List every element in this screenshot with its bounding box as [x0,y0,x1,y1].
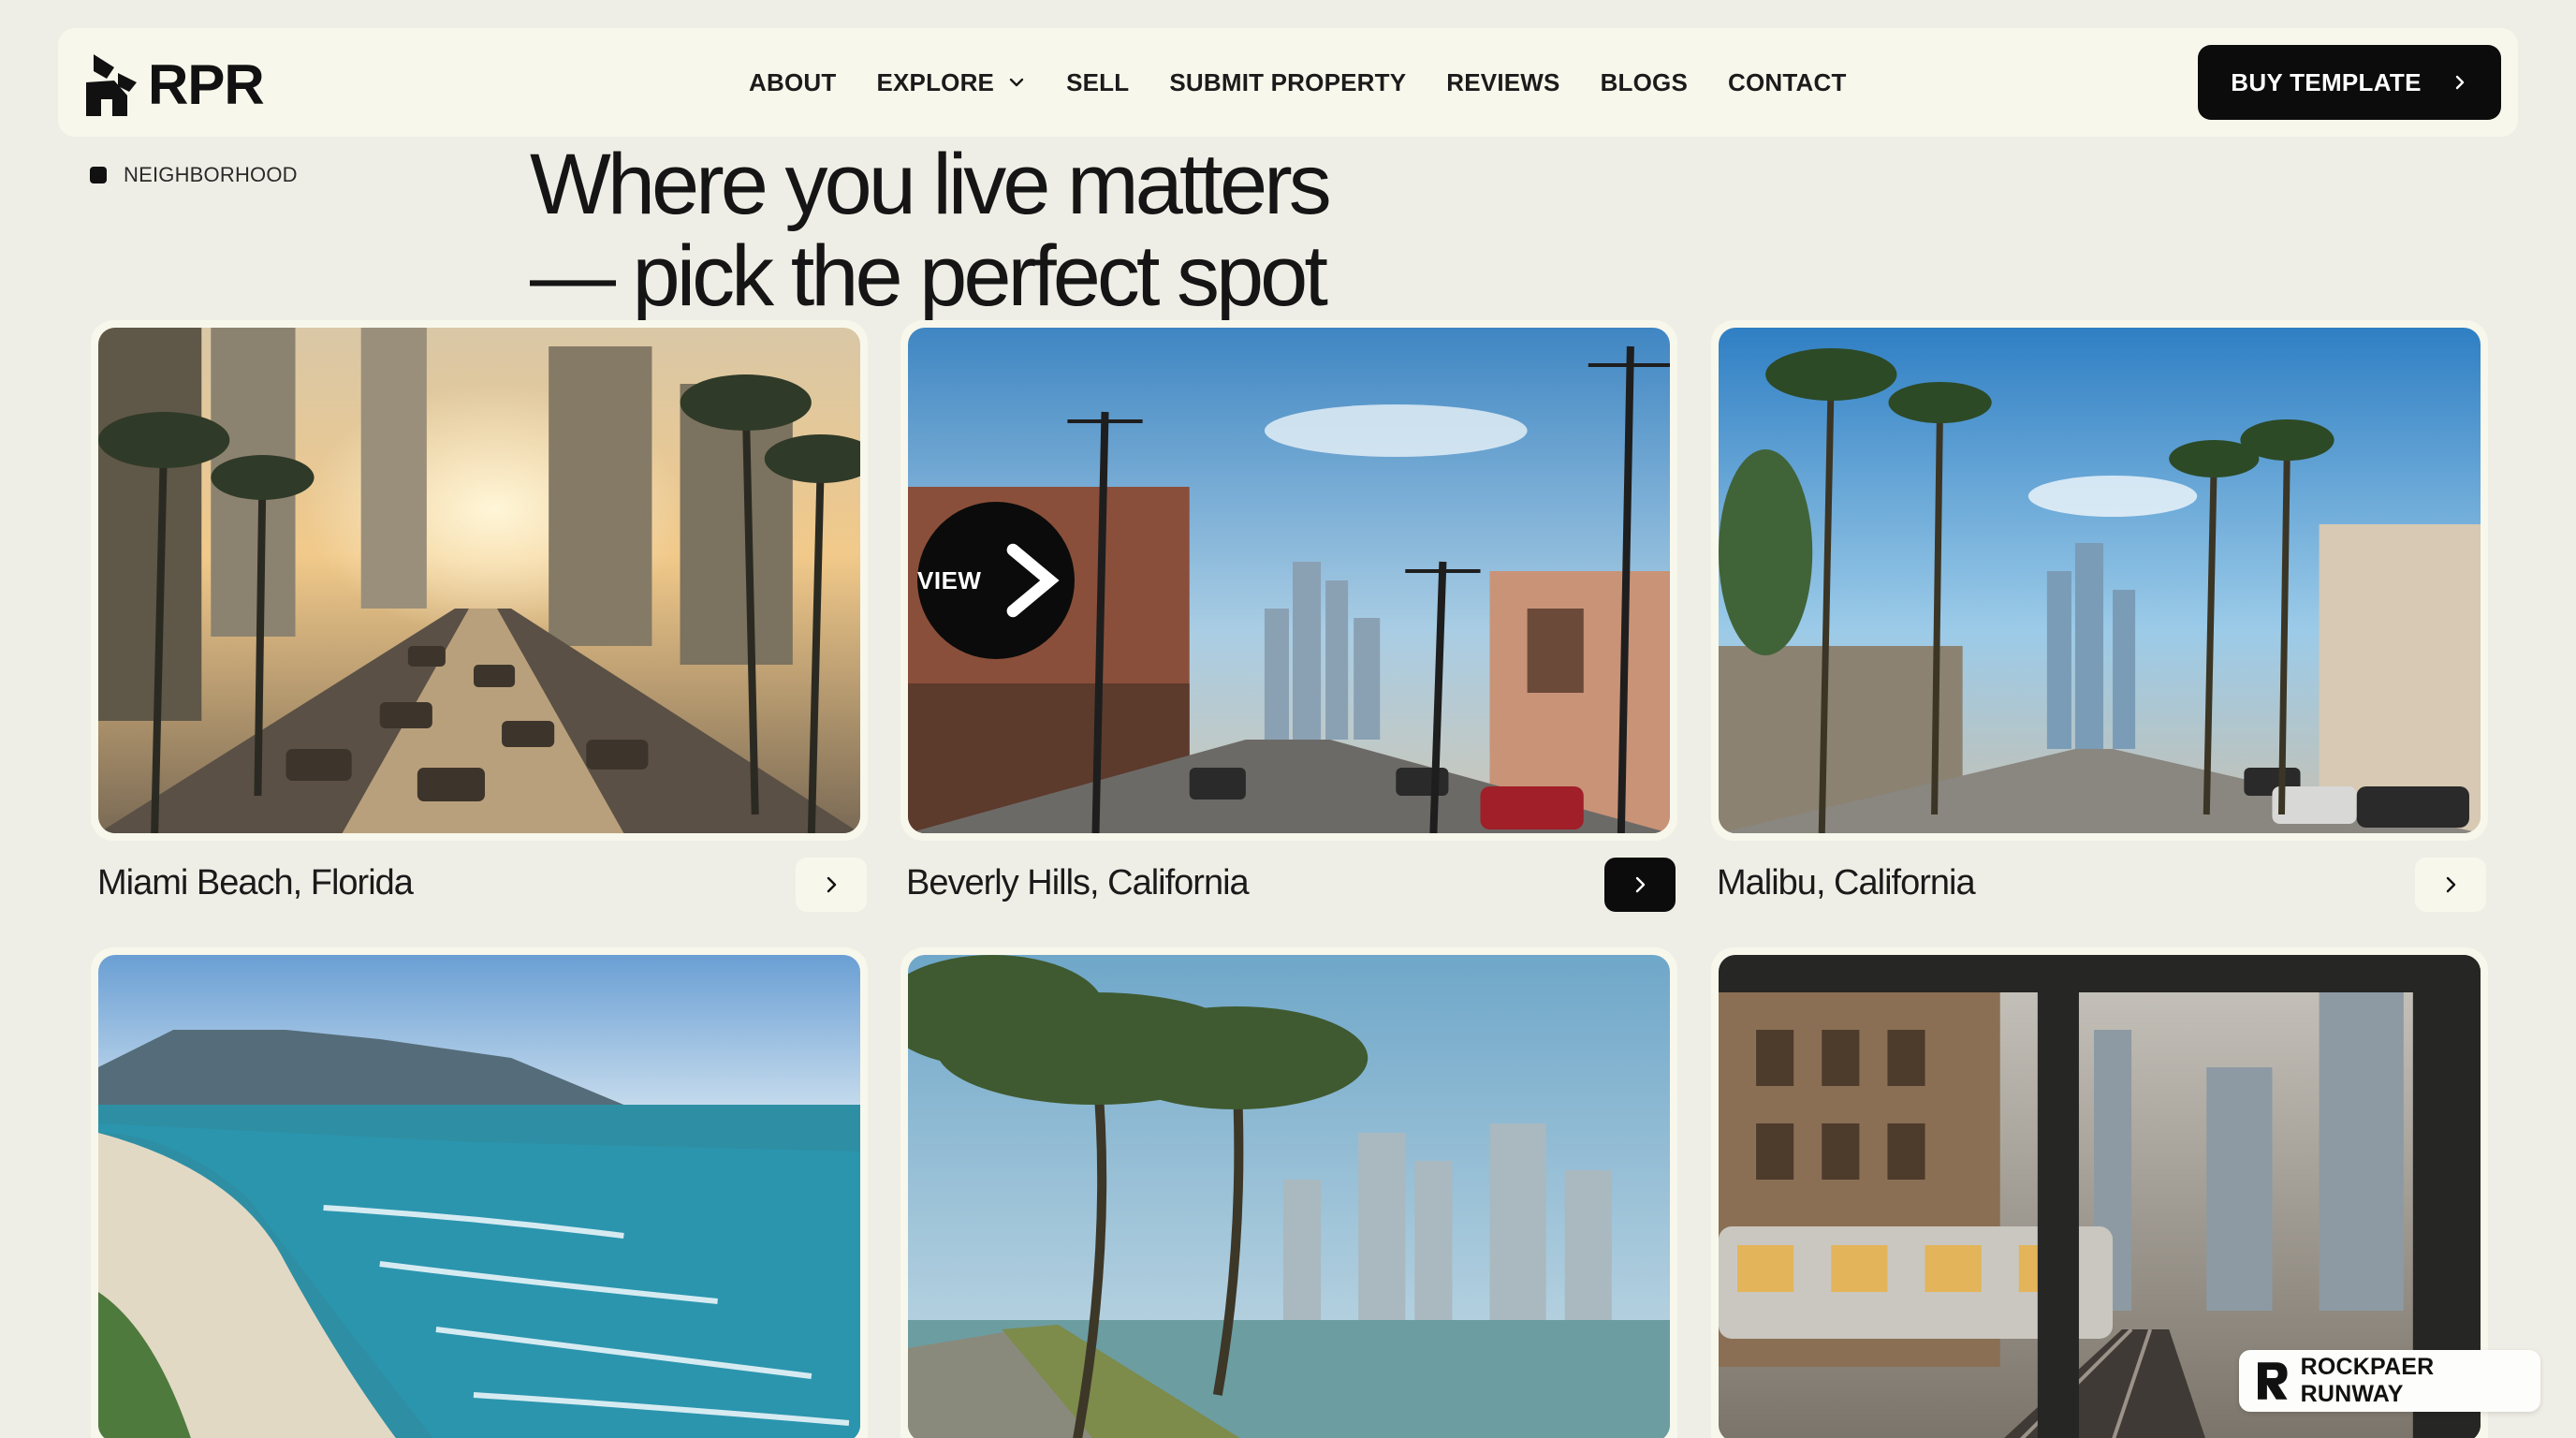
card-image-beverly-hills: VIEW [908,328,1670,833]
chevron-right-icon [1007,543,1061,618]
buy-template-button[interactable]: BUY TEMPLATE [2198,45,2501,120]
neighborhood-card-coast[interactable] [91,947,868,1438]
section-tag-label: NEIGHBORHOOD [124,163,298,186]
top-nav: RPR ABOUT EXPLORE SELL SUBMIT PROPERTY R… [58,28,2518,137]
neighborhood-card-beverly-hills[interactable]: VIEW [900,320,1677,841]
nav-submit-property[interactable]: SUBMIT PROPERTY [1169,68,1406,97]
card-title-malibu[interactable]: Malibu, California [1717,863,1976,903]
rockpaer-runway-badge[interactable]: ROCKPAER RUNWAY [2239,1350,2540,1412]
nav-explore[interactable]: EXPLORE [876,68,1026,97]
card-open-button-miami[interactable] [796,858,867,912]
nav-blogs[interactable]: BLOGS [1601,68,1688,97]
nav-sell[interactable]: SELL [1066,68,1129,97]
card-image-waterfront [908,955,1670,1438]
card-image-coast [98,955,860,1438]
nav-sell-label: SELL [1066,67,1130,96]
brand-name: RPR [148,53,265,116]
nav-explore-label: EXPLORE [876,67,995,96]
card-title-beverly-hills[interactable]: Beverly Hills, California [906,863,1250,903]
chevron-right-icon [2446,876,2456,893]
main-menu: ABOUT EXPLORE SELL SUBMIT PROPERTY REVIE… [749,28,1887,137]
nav-about[interactable]: ABOUT [749,68,836,97]
logo[interactable]: RPR [86,52,265,117]
card-open-button-beverly-hills[interactable] [1604,858,1676,912]
chevron-down-icon [1009,78,1024,87]
nav-submit-property-label: SUBMIT PROPERTY [1169,67,1407,96]
neighborhood-card-malibu[interactable] [1711,320,2488,841]
chevron-right-icon [827,876,837,893]
neighborhood-card-miami[interactable] [91,320,868,841]
buy-template-label: BUY TEMPLATE [2231,67,2422,96]
section-tag: NEIGHBORHOOD [90,163,298,187]
card-image-malibu [1719,328,2481,833]
rockpaer-runway-label: ROCKPAER RUNWAY [2300,1354,2435,1407]
nav-reviews-label: REVIEWS [1446,67,1560,96]
headline-line-2: — pick the perfect spot [530,228,1328,324]
nav-about-label: ABOUT [749,67,837,96]
neighborhood-card-waterfront[interactable] [900,947,1677,1438]
view-button[interactable]: VIEW [917,502,1075,659]
card-image-miami [98,328,860,833]
nav-contact-label: CONTACT [1728,67,1847,96]
card-title-miami[interactable]: Miami Beach, Florida [97,863,414,903]
bullet-icon [90,167,107,183]
chevron-right-icon [1635,876,1646,893]
chevron-right-icon [2455,75,2464,90]
rockpaer-logo-icon [2258,1362,2288,1400]
view-label: VIEW [917,565,982,594]
card-open-button-malibu[interactable] [2415,858,2486,912]
section-headline: Where you live matters — pick the perfec… [530,139,1372,322]
nav-reviews[interactable]: REVIEWS [1446,68,1559,97]
logo-icon [86,53,137,116]
headline-line-1: Where you live matters [530,137,1332,232]
nav-blogs-label: BLOGS [1600,67,1689,96]
nav-contact[interactable]: CONTACT [1728,68,1847,97]
